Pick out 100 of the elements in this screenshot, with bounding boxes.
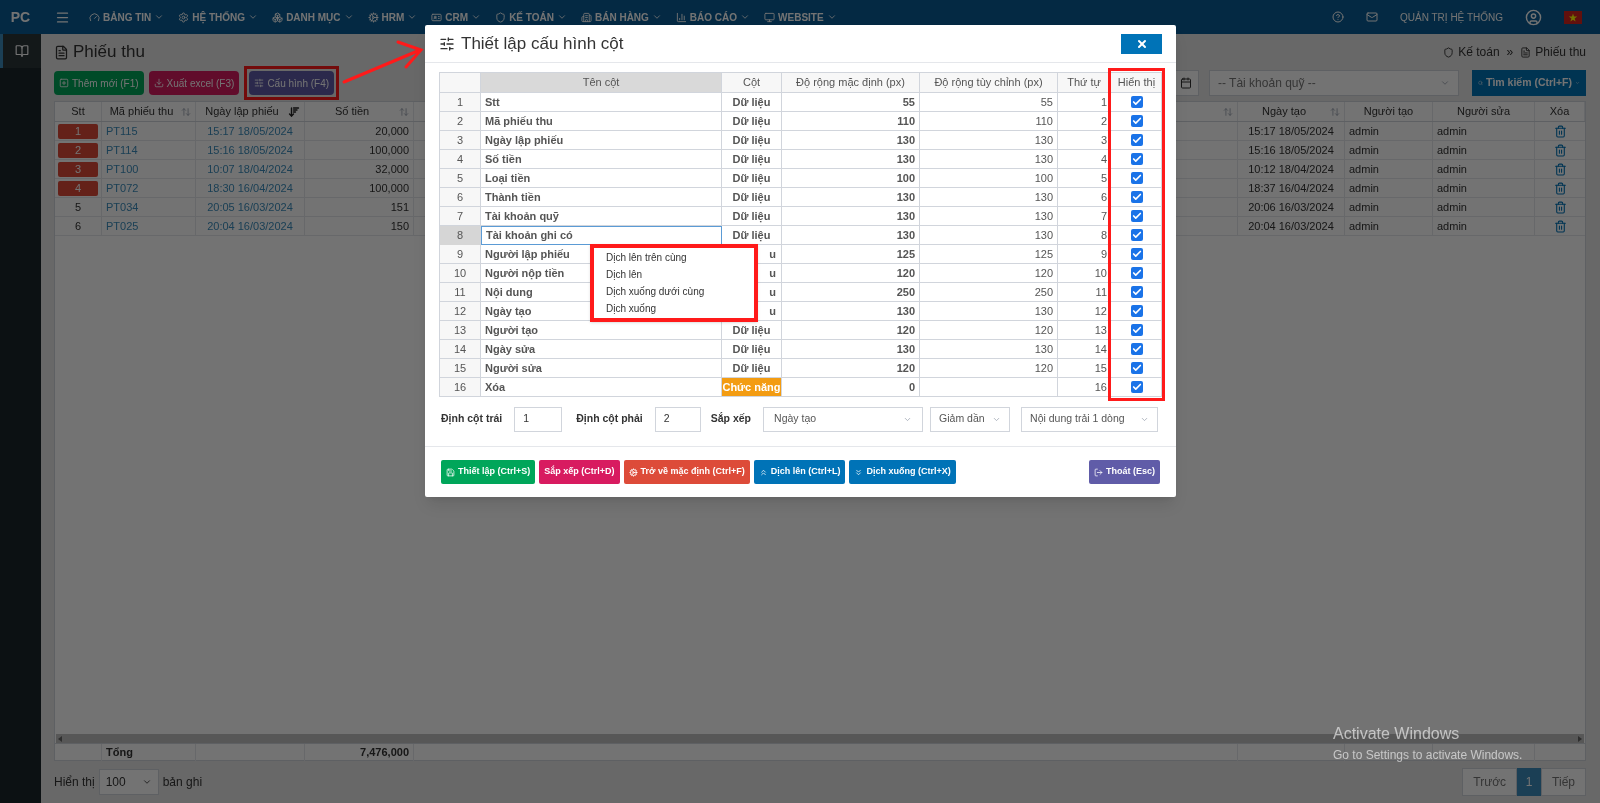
fixed-left-field[interactable]: 1 [514, 406, 563, 432]
row-number: 4 [58, 180, 98, 196]
sort-descending-icon[interactable] [288, 105, 300, 118]
column-header[interactable]: Mã phiếu thu [106, 103, 177, 120]
table-cell-text: 20,000 [375, 123, 409, 139]
trash-icon[interactable] [1553, 200, 1567, 214]
trash-icon[interactable] [1553, 143, 1567, 157]
fixed-right-field[interactable]: 2 [654, 406, 701, 432]
document-icon [1520, 46, 1532, 58]
gear-icon [628, 467, 638, 477]
caret-icon [651, 12, 662, 22]
table-cell-text: 151 [390, 199, 409, 215]
caret-icon [141, 777, 152, 787]
dialog-title: Thiết lập cấu hình cột [461, 32, 624, 55]
table-cell-text: 20:05 16/03/2024 [207, 199, 293, 215]
column-header[interactable]: Số tiền [309, 103, 395, 120]
table-cell-text: admin [1437, 123, 1467, 139]
table-cell-text: 15:17 18/05/2024 [207, 123, 293, 139]
book-icon [15, 44, 29, 58]
trash-icon[interactable] [1553, 124, 1567, 138]
double-chevron-down-icon [854, 467, 864, 477]
column-header[interactable]: Ngày tạo [1242, 103, 1326, 120]
table-cell-text: admin [1349, 123, 1379, 139]
column-header[interactable]: Người tạo [1349, 103, 1428, 120]
trash-icon[interactable] [1553, 219, 1567, 233]
exit-icon [1094, 467, 1103, 477]
column-header[interactable]: Xóa [1539, 103, 1580, 120]
table-cell-text: admin [1437, 180, 1467, 196]
breadcrumb-current: Phiếu thu [1535, 44, 1586, 61]
sort-field-select[interactable]: Ngày tạo [763, 406, 924, 432]
trash-icon[interactable] [1553, 181, 1567, 195]
table-cell-text: admin [1349, 218, 1379, 234]
page-size-label: Hiển thị [54, 774, 95, 791]
table-cell-text: 20:06 16/03/2024 [1248, 199, 1334, 215]
table-cell-text: 32,000 [375, 161, 409, 177]
gear-icon [178, 11, 190, 23]
monitor-icon [764, 11, 776, 23]
table-cell-text: 15:16 18/05/2024 [1248, 142, 1334, 158]
menu-icon[interactable] [55, 9, 70, 25]
table-cell-text: 100,000 [369, 180, 409, 196]
row-number: 6 [74, 218, 82, 234]
column-header[interactable]: Hiển thị [1111, 73, 1163, 92]
page-title: Phiếu thu [73, 41, 145, 64]
document-icon [54, 44, 69, 60]
double-chevron-up-icon [758, 467, 768, 477]
download-icon [153, 78, 164, 88]
dialog-button[interactable]: Dịch lên (Ctrl+L) [753, 460, 846, 484]
boxes-icon [272, 11, 284, 23]
close-button[interactable] [1121, 33, 1162, 54]
help-icon[interactable] [1332, 11, 1344, 23]
shield-icon [1443, 46, 1455, 58]
row-number: 5 [74, 199, 82, 215]
breadcrumb-separator: » [1505, 44, 1515, 61]
sort-label: Sắp xếp [710, 411, 752, 427]
column-header[interactable]: Độ rộng mặc định (px) [782, 73, 920, 92]
gauge-icon [89, 11, 100, 23]
caret-icon [154, 12, 165, 22]
table-cell-text: admin [1437, 218, 1467, 234]
column-header[interactable]: Độ rộng tùy chỉnh (px) [920, 73, 1058, 92]
sliders-icon [439, 35, 455, 52]
sidebar-item[interactable] [0, 34, 41, 68]
caret-icon [826, 12, 837, 22]
table-cell-text: 100,000 [369, 142, 409, 158]
table-cell-text: admin [1349, 161, 1379, 177]
bar-chart-icon [675, 11, 687, 23]
column-header[interactable]: Thứ tự [1058, 73, 1111, 92]
column-header[interactable]: Tên cột [481, 73, 722, 92]
trash-icon[interactable] [1553, 162, 1567, 176]
sort-direction-select[interactable]: Giảm dần [930, 406, 1011, 432]
page-size-select[interactable]: 100 [98, 769, 159, 795]
row-number: 1 [58, 123, 98, 139]
column-header[interactable]: Ngày lập phiếu [200, 103, 284, 120]
row-number: 2 [58, 142, 98, 158]
caret-icon [407, 12, 418, 22]
dialog-button[interactable]: Trở về mặc định (Ctrl+F) [623, 460, 750, 484]
table-cell-text: 10:07 18/04/2024 [207, 161, 293, 177]
table-cell-text: admin [1349, 142, 1379, 158]
user-avatar-icon[interactable] [1525, 8, 1542, 26]
table-cell-text: admin [1437, 161, 1467, 177]
shield-icon [495, 11, 507, 23]
total-label: Tổng [106, 745, 133, 760]
activation-notice-text: Go to Settings to activate Windows. [1333, 747, 1523, 764]
caret-icon [343, 12, 354, 22]
caret-icon [556, 12, 567, 22]
close-icon [1135, 37, 1148, 50]
row-number: 3 [58, 161, 98, 177]
caret-icon [471, 12, 482, 22]
text-wrap-select[interactable]: Nội dung trải 1 dòng [1021, 406, 1159, 432]
flag-icon[interactable] [1564, 10, 1582, 24]
dialog-button[interactable]: Sắp xếp (Ctrl+D) [539, 460, 620, 484]
column-header[interactable]: Cột [722, 73, 782, 92]
column-header[interactable]: Người sửa [1437, 103, 1530, 120]
table-cell-text: admin [1349, 180, 1379, 196]
dialog-button[interactable]: Dịch xuống (Ctrl+X) [849, 460, 956, 484]
mail-icon[interactable] [1366, 11, 1378, 23]
dialog-button[interactable]: Thoát (Esc) [1089, 460, 1160, 484]
gears-icon [367, 11, 379, 23]
table-cell-text: 15:17 18/05/2024 [1248, 123, 1334, 139]
column-header[interactable]: Stt [59, 103, 97, 120]
total-amount: 7,476,000 [360, 745, 409, 760]
